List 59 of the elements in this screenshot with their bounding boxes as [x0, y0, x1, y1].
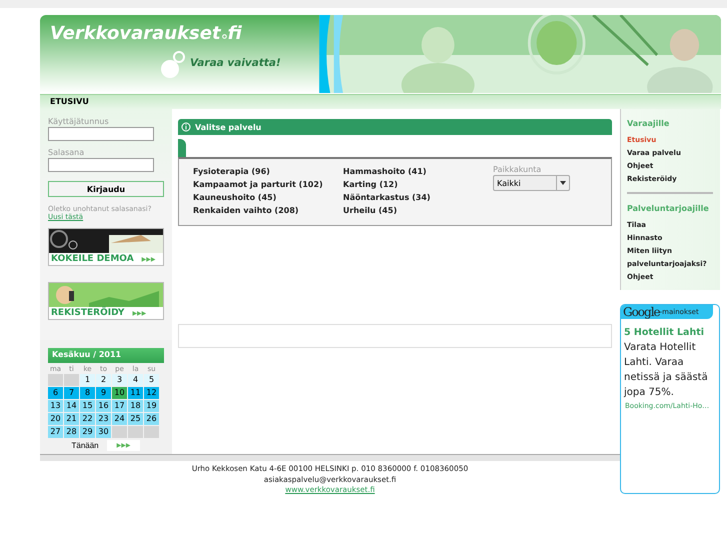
calendar-day[interactable]: 20	[48, 413, 63, 425]
username-field[interactable]	[48, 127, 154, 141]
calendar-day[interactable]: 7	[64, 387, 79, 399]
sidebar-heading: Palveluntarjoajille	[627, 204, 710, 213]
service-link[interactable]: Fysioterapia (96)	[193, 165, 343, 178]
service-link[interactable]: Näöntarkastus (34)	[343, 191, 493, 204]
calendar-day[interactable]: 12	[144, 387, 159, 399]
service-link[interactable]: Hammashoito (41)	[343, 165, 493, 178]
calendar-day[interactable]: 13	[48, 400, 63, 412]
dropdown-icon	[560, 181, 566, 185]
service-link[interactable]: Urheilu (45)	[343, 204, 493, 217]
calendar-day[interactable]: 27	[48, 426, 63, 438]
ads-brand: Google	[623, 305, 660, 319]
calendar-day[interactable]: 6	[48, 387, 63, 399]
calendar-day[interactable]: 22	[80, 413, 95, 425]
calendar-day[interactable]: 14	[64, 400, 79, 412]
sidebar-heading: Varaajille	[627, 119, 670, 128]
calendar-day[interactable]: 26	[144, 413, 159, 425]
bubbles-icon	[160, 51, 186, 79]
city-label: Paikkakunta	[493, 165, 542, 174]
calendar-day[interactable]: 1	[80, 374, 95, 386]
slogan: Varaa vaivatta!	[190, 57, 281, 69]
calendar-day[interactable]: 29	[80, 426, 95, 438]
calendar-day[interactable]: 28	[64, 426, 79, 438]
info-icon	[181, 122, 191, 132]
calendar-day[interactable]: 16	[96, 400, 111, 412]
calendar-day[interactable]: 2	[96, 374, 111, 386]
dot-icon	[222, 34, 227, 39]
calendar-day[interactable]: 18	[128, 400, 143, 412]
service-link[interactable]: Kampaamot ja parturit (102)	[193, 178, 343, 191]
password-field[interactable]	[48, 158, 154, 172]
service-link[interactable]: Kauneushoito (45)	[193, 191, 343, 204]
calendar-day[interactable]: 4	[128, 374, 143, 386]
calendar-day[interactable]: 17	[112, 400, 127, 412]
ad-text: Varata Hotellit Lahti. Varaa netissä ja säästä jopa 75%.	[624, 341, 709, 400]
calendar-day[interactable]: 10	[112, 387, 127, 399]
calendar-day[interactable]: 15	[80, 400, 95, 412]
calendar-day[interactable]: 11	[128, 387, 143, 399]
calendar-day[interactable]: 30	[96, 426, 111, 438]
city-select[interactable]: Kaikki	[493, 175, 570, 191]
calendar-day[interactable]: 3	[112, 374, 127, 386]
tab-marker	[178, 139, 186, 157]
today-button[interactable]: Tänään	[72, 440, 99, 451]
calendar-day[interactable]: 8	[80, 387, 95, 399]
service-link[interactable]: Renkaiden vaihto (208)	[193, 204, 343, 217]
calendar-day[interactable]: 5	[144, 374, 159, 386]
calendar-day[interactable]: 9	[96, 387, 111, 399]
section-title: Valitse palvelu	[195, 122, 262, 132]
calendar-day[interactable]: 25	[128, 413, 143, 425]
calendar-day[interactable]: 23	[96, 413, 111, 425]
login-button[interactable]: Kirjaudu	[48, 181, 164, 197]
service-link[interactable]: Karting (12)	[343, 178, 493, 191]
username-label: Käyttäjätunnus	[48, 117, 110, 126]
calendar-title: Kesäkuu / 2011	[48, 348, 164, 363]
calendar-day[interactable]: 19	[144, 400, 159, 412]
calendar-day[interactable]: 21	[64, 413, 79, 425]
password-label: Salasana	[48, 148, 86, 157]
calendar-day[interactable]: 24	[112, 413, 127, 425]
nav-link[interactable]: ETUSIVU	[50, 95, 89, 109]
